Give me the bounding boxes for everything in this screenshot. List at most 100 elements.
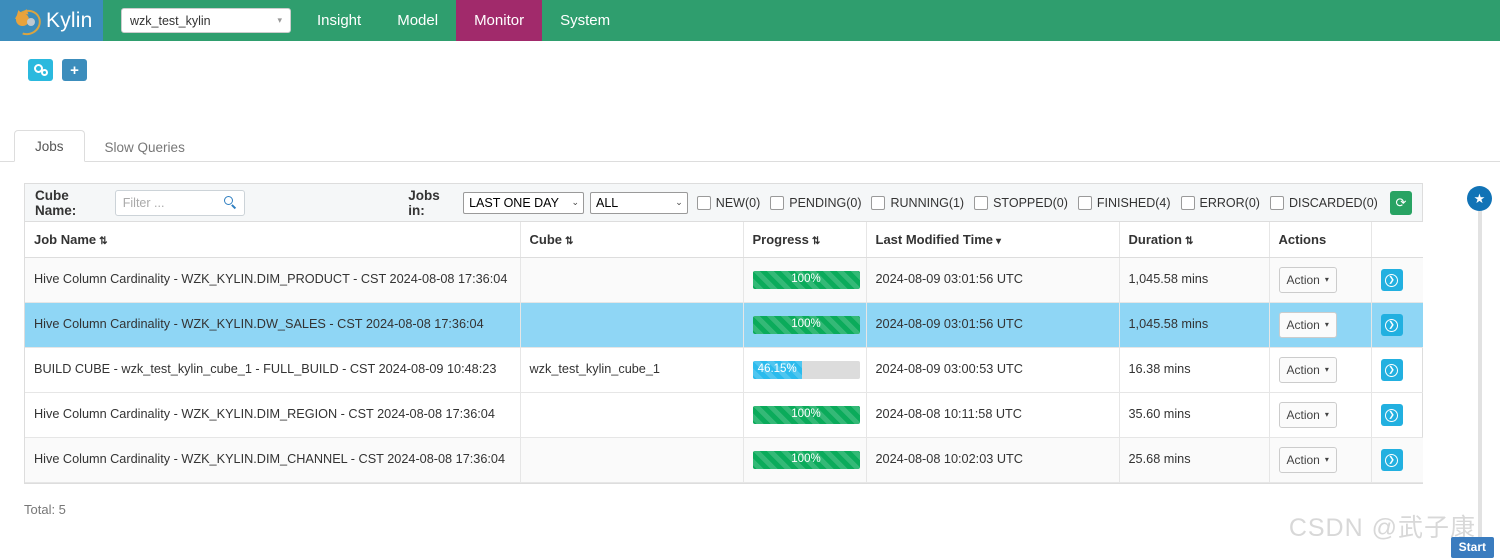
cell-actions: Action ▾	[1269, 348, 1371, 393]
th-progress[interactable]: Progress⇅	[743, 222, 866, 258]
checkbox-box[interactable]	[974, 196, 988, 210]
brand-block[interactable]: Kylin	[0, 0, 103, 41]
progress-bar-fill: 100%	[753, 451, 860, 469]
cell-cube	[520, 303, 743, 348]
sort-icon[interactable]: ⇅	[565, 237, 573, 247]
cell-progress: 100%	[743, 258, 866, 303]
job-detail-button[interactable]: ❯	[1381, 314, 1403, 336]
tab-slow-queries[interactable]: Slow Queries	[85, 132, 205, 162]
checkbox-stopped[interactable]: STOPPED(0)	[974, 196, 1068, 210]
cell-detail: ❯	[1371, 303, 1423, 348]
th-cube[interactable]: Cube⇅	[520, 222, 743, 258]
th-last-modified-time[interactable]: Last Modified Time▾	[866, 222, 1119, 258]
sort-icon[interactable]: ⇅	[1185, 237, 1193, 247]
checkbox-error[interactable]: ERROR(0)	[1181, 196, 1260, 210]
job-detail-button[interactable]: ❯	[1381, 269, 1403, 291]
cell-cube	[520, 393, 743, 438]
chevron-down-icon: ▾	[277, 15, 282, 26]
action-dropdown-button[interactable]: Action ▾	[1279, 402, 1337, 428]
vertical-scrollbar[interactable]	[1478, 205, 1482, 545]
table-row[interactable]: Hive Column Cardinality - WZK_KYLIN.DW_S…	[25, 303, 1423, 348]
cell-last-modified: 2024-08-09 03:00:53 UTC	[866, 348, 1119, 393]
action-dropdown-button[interactable]: Action ▾	[1279, 357, 1337, 383]
sort-icon[interactable]: ⇅	[99, 237, 107, 247]
checkbox-label: PENDING(0)	[789, 196, 861, 210]
cell-progress: 46.15%	[743, 348, 866, 393]
chevron-down-icon: ▾	[1325, 274, 1329, 286]
action-dropdown-button[interactable]: Action ▾	[1279, 267, 1337, 293]
action-dropdown-button[interactable]: Action ▾	[1279, 312, 1337, 338]
project-select[interactable]: wzk_test_kylin ▾	[121, 8, 291, 33]
cell-last-modified: 2024-08-09 03:01:56 UTC	[866, 258, 1119, 303]
project-select-value: wzk_test_kylin	[130, 14, 211, 28]
nav-item-system[interactable]: System	[542, 0, 628, 41]
th-label: Actions	[1279, 232, 1327, 247]
add-button[interactable]: +	[62, 59, 87, 81]
checkbox-box[interactable]	[871, 196, 885, 210]
checkbox-new[interactable]: NEW(0)	[697, 196, 760, 210]
nav-item-model[interactable]: Model	[379, 0, 456, 41]
checkbox-box[interactable]	[1181, 196, 1195, 210]
action-label: Action	[1287, 316, 1320, 334]
job-detail-button[interactable]: ❯	[1381, 359, 1403, 381]
jobs-panel: Cube Name: Filter ... Jobs in: LAST ONE …	[24, 183, 1423, 484]
th-label: Last Modified Time	[876, 232, 994, 247]
cell-duration: 35.60 mins	[1119, 393, 1269, 438]
kylin-logo-icon	[12, 7, 40, 35]
checkbox-running[interactable]: RUNNING(1)	[871, 196, 964, 210]
arrow-right-circle-icon: ❯	[1385, 409, 1398, 422]
table-header: Job Name⇅ Cube⇅ Progress⇅ Last Modified …	[25, 222, 1423, 258]
progress-bar-fill: 100%	[753, 271, 860, 289]
cell-duration: 1,045.58 mins	[1119, 258, 1269, 303]
cell-detail: ❯	[1371, 258, 1423, 303]
cell-cube	[520, 438, 743, 483]
tab-bar: Jobs Slow Queries	[0, 127, 1500, 162]
checkbox-label: NEW(0)	[716, 196, 760, 210]
nav-item-monitor[interactable]: Monitor	[456, 0, 542, 41]
action-dropdown-button[interactable]: Action ▾	[1279, 447, 1337, 473]
cell-detail: ❯	[1371, 393, 1423, 438]
tab-jobs[interactable]: Jobs	[14, 130, 85, 162]
table-row[interactable]: Hive Column Cardinality - WZK_KYLIN.DIM_…	[25, 393, 1423, 438]
chevron-down-icon: ▾	[1325, 454, 1329, 466]
refresh-button[interactable]: ⟳	[1390, 191, 1412, 215]
table-row[interactable]: BUILD CUBE - wzk_test_kylin_cube_1 - FUL…	[25, 348, 1423, 393]
checkbox-box[interactable]	[770, 196, 784, 210]
checkbox-discarded[interactable]: DISCARDED(0)	[1270, 196, 1378, 210]
checkbox-box[interactable]	[697, 196, 711, 210]
sort-icon[interactable]: ⇅	[812, 237, 820, 247]
nav-item-insight[interactable]: Insight	[299, 0, 379, 41]
arrow-right-circle-icon: ❯	[1385, 319, 1398, 332]
time-range-select[interactable]: LAST ONE DAY ⌄	[463, 192, 584, 214]
checkbox-pending[interactable]: PENDING(0)	[770, 196, 861, 210]
cell-job-name: Hive Column Cardinality - WZK_KYLIN.DIM_…	[25, 393, 520, 438]
star-badge-icon[interactable]: ★	[1467, 186, 1492, 211]
search-icon[interactable]	[224, 196, 237, 209]
sort-desc-icon[interactable]: ▾	[996, 237, 1001, 247]
checkbox-box[interactable]	[1270, 196, 1284, 210]
checkbox-label: FINISHED(4)	[1097, 196, 1171, 210]
cell-job-name: Hive Column Cardinality - WZK_KYLIN.DIM_…	[25, 258, 520, 303]
checkbox-box[interactable]	[1078, 196, 1092, 210]
checkbox-label: ERROR(0)	[1200, 196, 1260, 210]
th-job-name[interactable]: Job Name⇅	[25, 222, 520, 258]
table-row[interactable]: Hive Column Cardinality - WZK_KYLIN.DIM_…	[25, 258, 1423, 303]
table-row[interactable]: Hive Column Cardinality - WZK_KYLIN.DIM_…	[25, 438, 1423, 483]
job-detail-button[interactable]: ❯	[1381, 404, 1403, 426]
cube-name-filter-input[interactable]: Filter ...	[115, 190, 246, 216]
nav-links: Insight Model Monitor System	[299, 0, 628, 41]
job-detail-button[interactable]: ❯	[1381, 449, 1403, 471]
action-label: Action	[1287, 271, 1320, 289]
checkbox-finished[interactable]: FINISHED(4)	[1078, 196, 1171, 210]
job-type-value: ALL	[596, 196, 618, 210]
cell-duration: 16.38 mins	[1119, 348, 1269, 393]
job-type-select[interactable]: ALL ⌄	[590, 192, 688, 214]
refresh-icon: ⟳	[1395, 195, 1406, 211]
gear-settings-icon	[34, 64, 48, 76]
time-range-value: LAST ONE DAY	[469, 196, 559, 210]
taskbar-start-button[interactable]: Start	[1451, 537, 1494, 558]
th-label: Cube	[530, 232, 563, 247]
th-duration[interactable]: Duration⇅	[1119, 222, 1269, 258]
settings-button[interactable]	[28, 59, 53, 81]
cell-duration: 25.68 mins	[1119, 438, 1269, 483]
